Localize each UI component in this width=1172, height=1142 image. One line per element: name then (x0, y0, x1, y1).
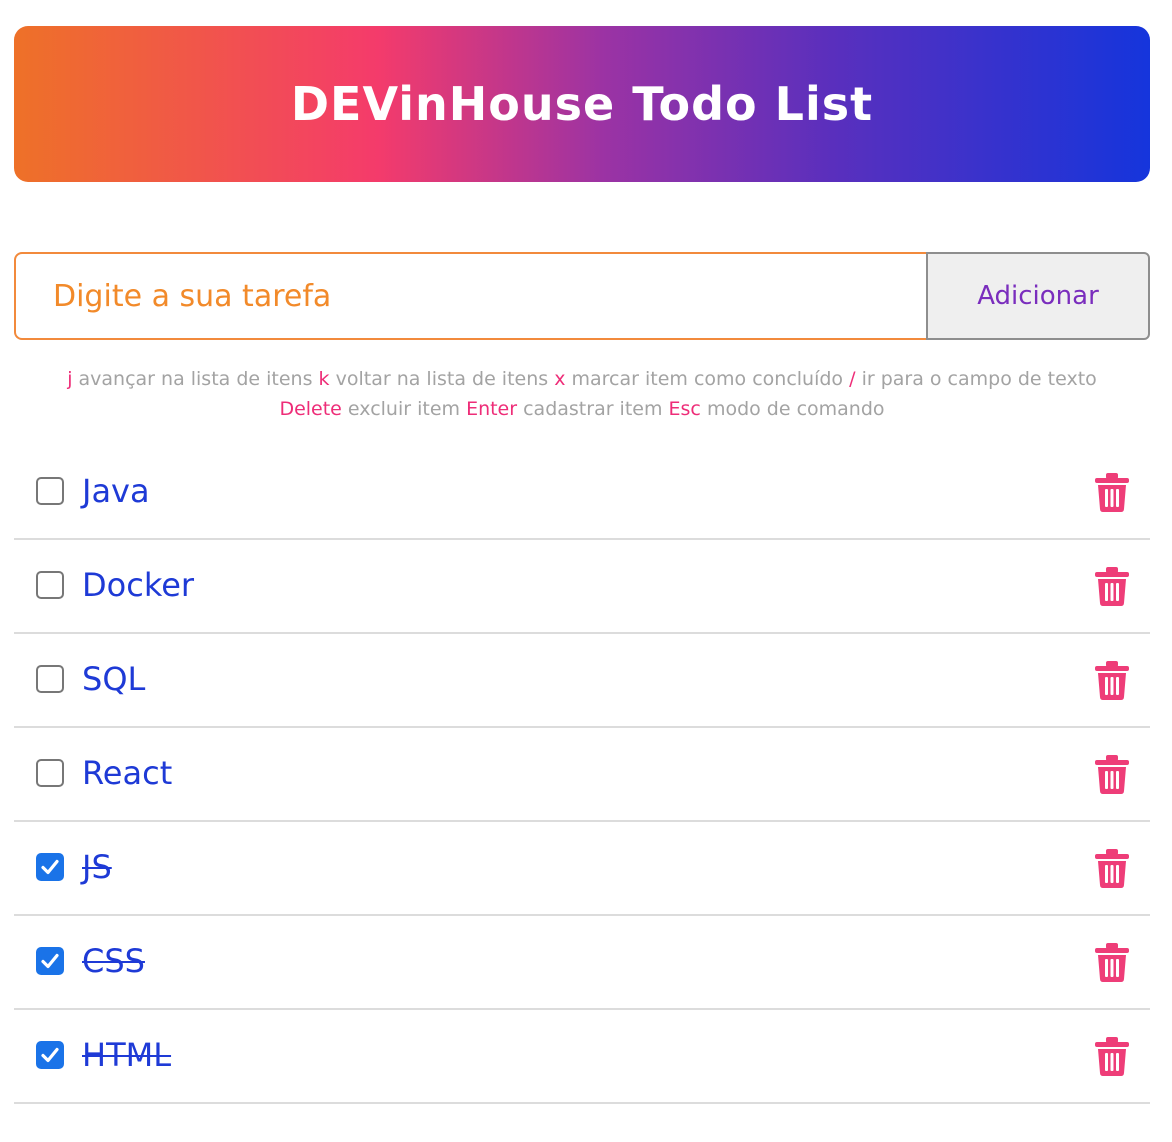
shortcut-description: excluir item (347, 398, 461, 420)
todo-label[interactable]: Docker (82, 562, 194, 608)
shortcut-key: x (554, 368, 566, 390)
shortcut-description: marcar item como concluído (571, 368, 844, 390)
checkbox-icon[interactable] (36, 665, 64, 693)
todo-label[interactable]: Java (82, 468, 150, 514)
trash-icon[interactable] (1094, 848, 1130, 888)
todo-list: Java Docker SQL React JS CSS HTML (14, 446, 1150, 1104)
shortcuts-line-2: Delete excluir item Enter cadastrar item… (14, 394, 1150, 424)
checkbox-icon[interactable] (36, 477, 64, 505)
trash-icon[interactable] (1094, 754, 1130, 794)
todo-item: React (14, 728, 1150, 822)
shortcut-key: j (67, 368, 73, 390)
shortcut-description: ir para o campo de texto (861, 368, 1097, 390)
trash-icon[interactable] (1094, 660, 1130, 700)
shortcut-description: voltar na lista de itens (335, 368, 549, 390)
shortcut-key: Delete (279, 398, 342, 420)
add-task-form: Adicionar (14, 252, 1150, 340)
trash-icon[interactable] (1094, 566, 1130, 606)
todo-item: Java (14, 446, 1150, 540)
shortcut-key: k (318, 368, 330, 390)
checkbox-icon[interactable] (36, 853, 64, 881)
todo-label[interactable]: React (82, 750, 172, 796)
task-input[interactable] (14, 252, 926, 340)
todo-label[interactable]: HTML (82, 1032, 171, 1078)
checkbox-icon[interactable] (36, 571, 64, 599)
trash-icon[interactable] (1094, 1036, 1130, 1076)
app-header: DEVinHouse Todo List (14, 26, 1150, 182)
shortcut-description: avançar na lista de itens (78, 368, 313, 390)
shortcut-key: Esc (668, 398, 701, 420)
todo-item: Docker (14, 540, 1150, 634)
checkbox-icon[interactable] (36, 759, 64, 787)
shortcut-description: cadastrar item (523, 398, 663, 420)
shortcut-key: / (849, 368, 856, 390)
trash-icon[interactable] (1094, 942, 1130, 982)
checkbox-icon[interactable] (36, 1041, 64, 1069)
add-button[interactable]: Adicionar (926, 252, 1150, 340)
todo-item: HTML (14, 1010, 1150, 1104)
shortcuts-line-1: j avançar na lista de itens k voltar na … (14, 364, 1150, 394)
shortcut-key: Enter (466, 398, 518, 420)
checkbox-icon[interactable] (36, 947, 64, 975)
todo-item: SQL (14, 634, 1150, 728)
keyboard-shortcuts-help: j avançar na lista de itens k voltar na … (14, 364, 1150, 424)
trash-icon[interactable] (1094, 472, 1130, 512)
todo-label[interactable]: CSS (82, 938, 145, 984)
shortcut-description: modo de comando (706, 398, 885, 420)
todo-item: JS (14, 822, 1150, 916)
todo-label[interactable]: SQL (82, 656, 145, 702)
todo-item: CSS (14, 916, 1150, 1010)
page-title: DEVinHouse Todo List (290, 77, 874, 131)
todo-label[interactable]: JS (82, 844, 112, 890)
